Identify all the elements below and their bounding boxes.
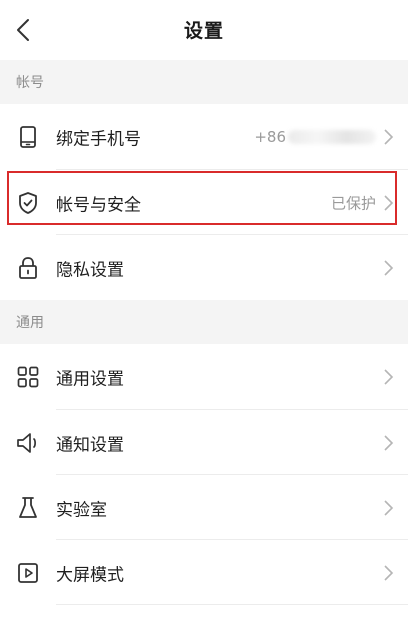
flask-icon <box>16 496 40 520</box>
row-label: 帐号与安全 <box>56 195 141 215</box>
grid-icon <box>16 365 40 389</box>
phone-number-value: +86 <box>254 128 376 146</box>
row-privacy-settings[interactable]: 隐私设置 <box>0 235 408 300</box>
row-lab[interactable]: 实验室 <box>0 475 408 540</box>
play-screen-icon <box>16 561 40 585</box>
chevron-right-icon <box>384 259 394 276</box>
row-account-security[interactable]: 帐号与安全 已保护 <box>0 170 408 235</box>
chevron-right-icon <box>384 499 394 516</box>
security-status-value: 已保护 <box>330 194 376 212</box>
speaker-icon <box>16 431 40 455</box>
row-label: 隐私设置 <box>56 260 124 280</box>
lock-icon <box>16 256 40 280</box>
row-label: 绑定手机号 <box>56 129 141 149</box>
row-big-screen-mode[interactable]: 大屏模式 <box>0 540 408 605</box>
row-label: 通知设置 <box>56 435 124 455</box>
row-label: 大屏模式 <box>56 565 124 585</box>
section-header-general: 通用 <box>0 300 408 344</box>
row-label: 实验室 <box>56 500 107 520</box>
row-label: 通用设置 <box>56 369 124 389</box>
chevron-right-icon <box>384 564 394 581</box>
chevron-right-icon <box>384 434 394 451</box>
phone-icon <box>16 125 40 149</box>
nav-bar: 设置 <box>0 0 408 60</box>
chevron-right-icon <box>384 368 394 385</box>
row-bind-phone[interactable]: 绑定手机号 +86 <box>0 104 408 169</box>
masked-phone-number <box>288 130 376 144</box>
divider <box>56 604 408 605</box>
row-general-settings[interactable]: 通用设置 <box>0 344 408 409</box>
chevron-right-icon <box>384 128 394 145</box>
page-title: 设置 <box>183 20 224 42</box>
row-notification-settings[interactable]: 通知设置 <box>0 410 408 475</box>
shield-check-icon <box>16 191 40 215</box>
chevron-right-icon <box>384 194 394 211</box>
section-header-account: 帐号 <box>0 60 408 104</box>
